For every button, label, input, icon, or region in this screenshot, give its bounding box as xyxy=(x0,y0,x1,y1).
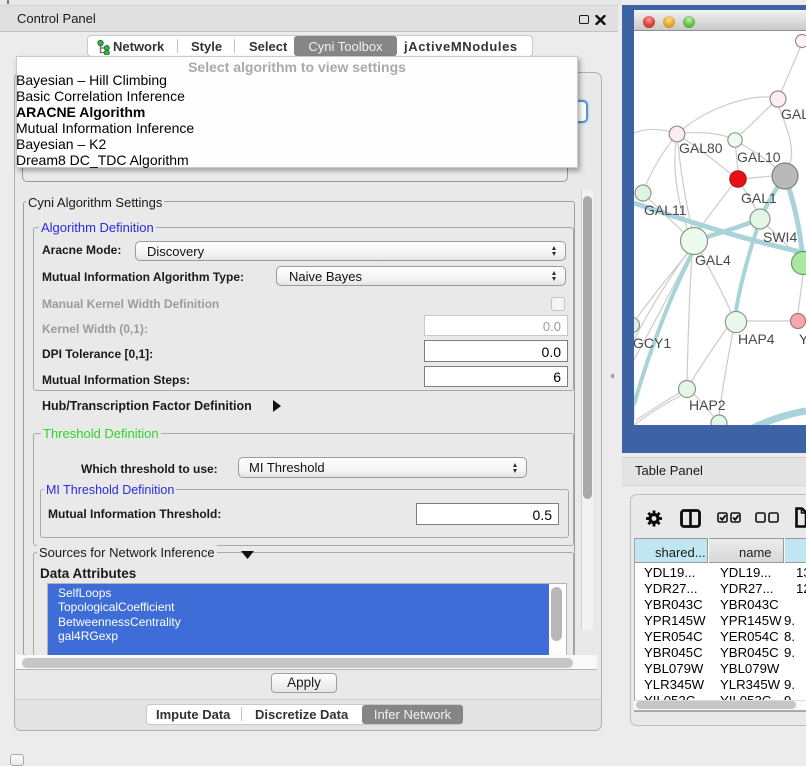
svg-text:GAL80: GAL80 xyxy=(679,140,723,156)
svg-text:Y: Y xyxy=(799,331,806,347)
svg-text:GAL: GAL xyxy=(781,106,806,122)
svg-text:GAL1: GAL1 xyxy=(741,190,777,206)
svg-text:GAL11: GAL11 xyxy=(644,202,687,218)
svg-text:GCY1: GCY1 xyxy=(634,335,671,351)
svg-text:SWI4: SWI4 xyxy=(763,229,797,245)
svg-text:HAP2: HAP2 xyxy=(689,397,726,413)
svg-text:GAL10: GAL10 xyxy=(737,149,781,165)
svg-text:GAL4: GAL4 xyxy=(695,252,731,268)
svg-text:HAP4: HAP4 xyxy=(738,331,775,347)
